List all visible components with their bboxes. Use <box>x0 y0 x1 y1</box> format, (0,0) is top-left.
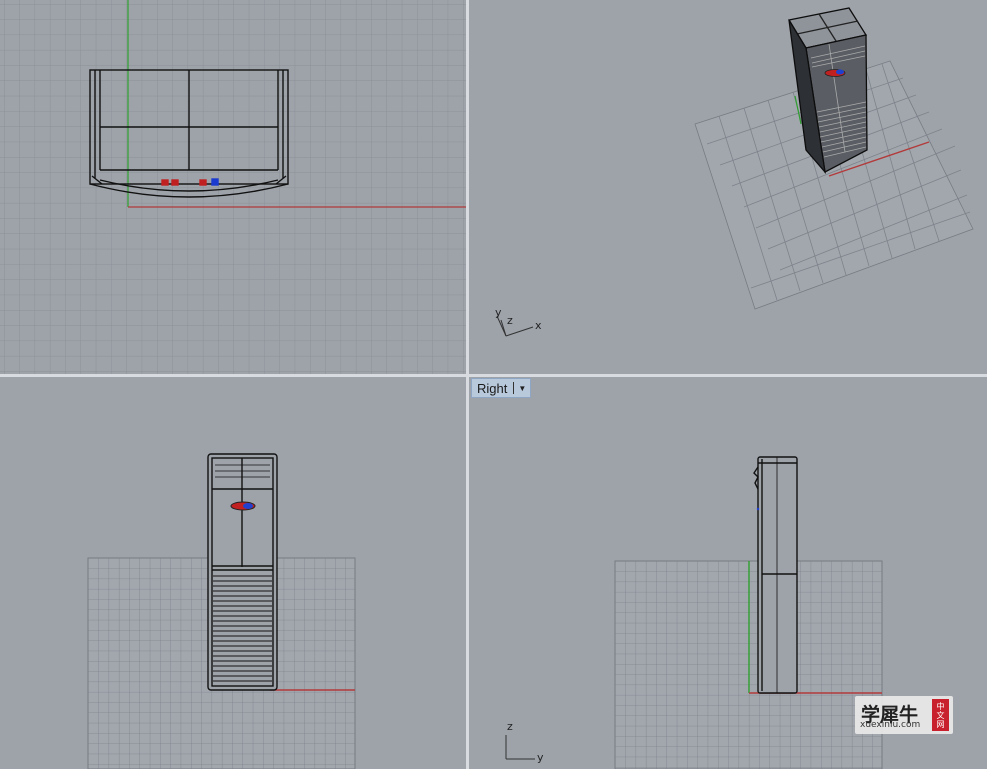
front-viewport-canvas <box>87 453 356 769</box>
rhino-workspace: y z x Right ▼ z y 学犀牛 xuexiniu.com 中 文 网 <box>0 0 987 769</box>
axis-triad <box>505 735 535 760</box>
watermark-seal: 中 文 网 <box>932 699 949 731</box>
axis-triad <box>496 315 534 337</box>
construction-grid <box>0 0 466 374</box>
axis-label-x: x <box>535 319 542 332</box>
axis-label-z: z <box>507 720 513 733</box>
watermark-url: xuexiniu.com <box>860 720 921 730</box>
tab-separator <box>513 382 515 394</box>
seal-char-3: 网 <box>936 719 945 729</box>
seal-char-1: 中 <box>936 701 945 711</box>
viewport-top[interactable] <box>0 0 466 374</box>
ac-unit-side-view[interactable] <box>753 456 798 694</box>
ac-unit-front-view[interactable] <box>207 453 278 691</box>
viewport-perspective[interactable]: y z x <box>469 0 987 374</box>
top-viewport-canvas <box>0 0 466 374</box>
seal-char-2: 文 <box>936 710 945 720</box>
chevron-down-icon[interactable]: ▼ <box>518 384 526 393</box>
viewport-title-tab[interactable]: Right ▼ <box>471 378 532 398</box>
watermark-logo: 学犀牛 xuexiniu.com 中 文 网 <box>855 696 953 734</box>
viewport-splitter-horizontal[interactable] <box>0 374 987 377</box>
viewport-title-label[interactable]: Right <box>477 381 507 396</box>
viewport-splitter-vertical[interactable] <box>466 0 469 769</box>
viewport-front[interactable] <box>0 377 466 769</box>
axis-label-y: y <box>495 306 502 319</box>
axis-label-y: y <box>537 751 544 764</box>
axis-label-z: z <box>507 314 513 327</box>
perspective-viewport-canvas <box>496 7 974 337</box>
